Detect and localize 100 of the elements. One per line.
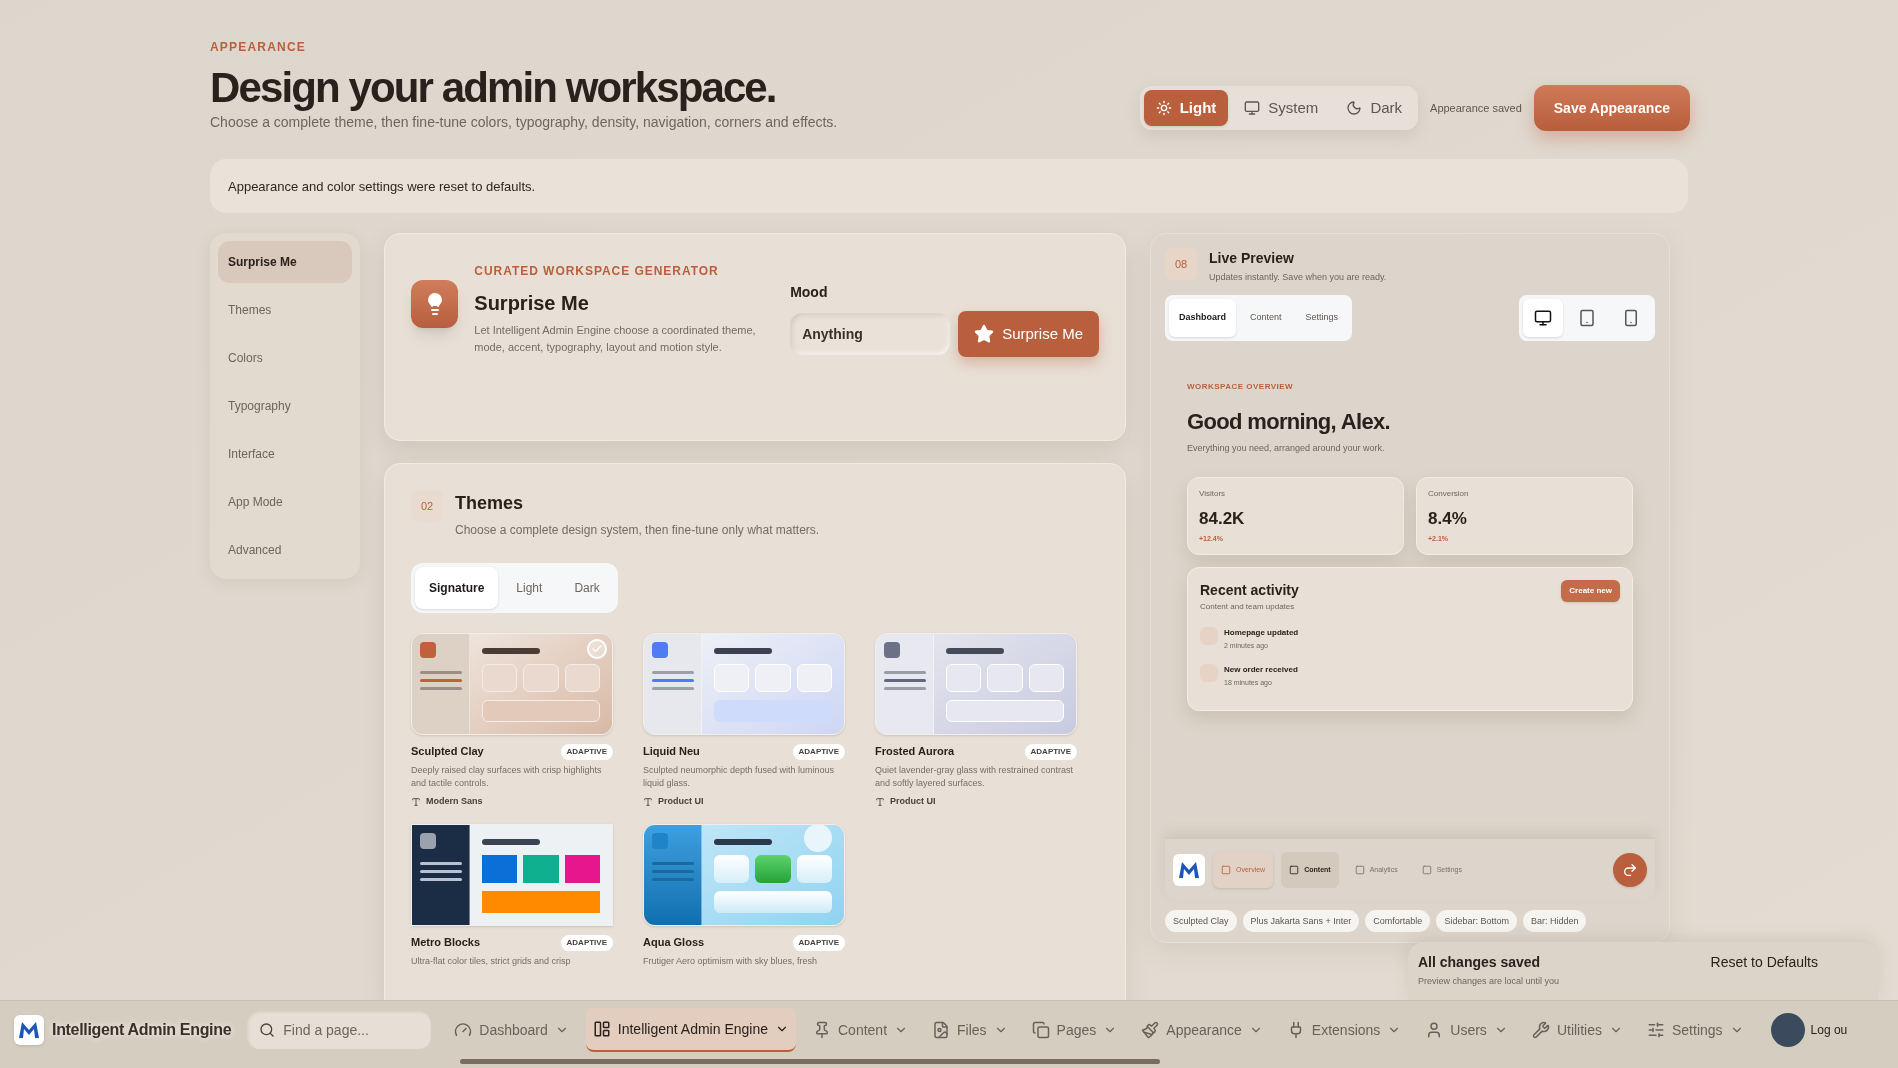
card-description: Let Intelligent Admin Engine choose a coordinated theme, mode, accent, typography, layout and motion style. [474, 323, 757, 356]
theme-name: Liquid Neu [643, 744, 700, 760]
theme-name: Frosted Aurora [875, 744, 955, 760]
preview-greeting: Good morning, Alex. [1187, 407, 1391, 436]
nav-item[interactable]: Users [1418, 1008, 1515, 1052]
file-icon [932, 1021, 951, 1039]
mode-tab[interactable]: System [1232, 90, 1331, 127]
page-subtitle: Choose a complete theme, then fine-tune colors, typography, density, navigation, corners and effects. [210, 113, 838, 133]
setting-chip: Bar: Hidden [1522, 910, 1587, 933]
logout-link[interactable]: Log ou [1810, 1021, 1848, 1039]
sidebar-item[interactable]: Interface [218, 433, 352, 476]
monitor-icon [1244, 100, 1261, 117]
nav-item[interactable]: Extensions [1279, 1008, 1409, 1052]
mood-field[interactable]: Anything [790, 313, 951, 356]
search-icon [259, 1022, 276, 1038]
sidebar-item[interactable]: Themes [218, 289, 352, 332]
moon-icon [1346, 100, 1363, 117]
sidebar-item[interactable]: Colors [218, 337, 352, 380]
activity-title: Recent activity [1200, 581, 1299, 601]
sun-icon [1155, 100, 1172, 117]
stat-label: Conversion [1428, 488, 1470, 501]
nav-item[interactable]: Utilities [1524, 1008, 1630, 1052]
pages-icon [1031, 1021, 1050, 1039]
layout-icon [592, 1020, 611, 1038]
adaptive-badge: ADAPTIVE [792, 934, 845, 951]
font-icon [875, 796, 885, 807]
phone-icon [1622, 308, 1640, 327]
mode-tab[interactable]: Dark [1334, 90, 1415, 127]
settings-icon [1647, 1021, 1665, 1039]
square-icon [1289, 864, 1300, 875]
lightbulb-badge-icon [411, 280, 459, 329]
desktop-icon [1534, 308, 1552, 327]
theme-filter-tab[interactable]: Dark [560, 567, 614, 610]
save-button[interactable]: Save Appearance [1533, 85, 1690, 132]
card-eyebrow: CURATED WORKSPACE GENERATOR [474, 263, 720, 281]
section-number: 02 [411, 490, 443, 523]
theme-font: Modern Sans [426, 794, 483, 808]
tablet-icon [1578, 308, 1596, 327]
create-new-button[interactable]: Create new [1561, 580, 1620, 603]
logo-icon [1173, 853, 1205, 886]
page-title: Design your admin workspace. [210, 64, 777, 113]
setting-chip: Plus Jakarta Sans + Inter [1242, 910, 1360, 933]
section-number: 08 [1165, 248, 1197, 281]
theme-font: Product UI [890, 794, 936, 808]
pin-icon [813, 1021, 831, 1039]
sidebar-item[interactable]: Typography [218, 385, 352, 428]
nav-item[interactable]: Settings [1640, 1008, 1751, 1052]
nav-item[interactable]: Pages [1024, 1008, 1125, 1052]
theme-name: Aqua Gloss [643, 935, 705, 951]
card-title: Surprise Me [474, 291, 590, 317]
stat-value: 84.2K [1199, 508, 1246, 531]
preview-subtitle: Updates instantly. Save when you are ready. [1209, 271, 1387, 285]
preview-eyebrow: WORKSPACE OVERVIEW [1187, 380, 1295, 393]
theme-description: Sculpted neumorphic depth fused with luminous liquid glass. [643, 763, 836, 790]
font-icon [411, 796, 421, 807]
preview-tagline: Everything you need, arranged around your work. [1187, 441, 1386, 455]
avatar[interactable] [1770, 1013, 1805, 1047]
nav-item[interactable]: Intelligent Admin Engine [585, 1008, 796, 1052]
theme-filter-tab[interactable]: Light [502, 567, 557, 610]
gauge-icon [454, 1021, 473, 1039]
theme-description: Quiet lavender-gray glass with restrained contrast and softly layered surfaces. [875, 763, 1075, 790]
theme-description: Frutiger Aero optimism with sky blues, fresh [643, 954, 819, 968]
activity-item-title: New order received [1224, 663, 1298, 676]
surprise-button[interactable]: Surprise Me [958, 311, 1099, 358]
reset-link[interactable]: Reset to Defaults [1710, 952, 1818, 972]
save-status: Appearance saved [1430, 101, 1522, 117]
sidebar-item[interactable]: Advanced [218, 529, 352, 572]
nav-item[interactable]: Dashboard [447, 1008, 576, 1052]
search-field[interactable]: Find a page... [247, 1011, 432, 1049]
preview-tab[interactable]: Dashboard [1169, 298, 1236, 337]
nav-item[interactable]: Content [806, 1008, 916, 1052]
sidebar-item[interactable]: Surprise Me [218, 241, 352, 284]
sidebar-item[interactable]: App Mode [218, 481, 352, 524]
adaptive-badge: ADAPTIVE [792, 743, 845, 760]
notice-banner: Appearance and color settings were reset to defaults. [210, 159, 1688, 214]
adaptive-badge: ADAPTIVE [560, 934, 613, 951]
square-icon [1354, 864, 1365, 875]
section-title: Themes [455, 492, 525, 516]
logo-icon [14, 1015, 44, 1045]
adaptive-badge: ADAPTIVE [560, 743, 613, 760]
nav-item[interactable]: Appearance [1134, 1008, 1270, 1052]
brand-name: Intelligent Admin Engine [52, 1020, 232, 1040]
theme-description: Deeply raised clay surfaces with crisp highlights and tactile controls. [411, 763, 603, 790]
section-subtitle: Choose a complete design system, then fine-tune only what matters. [455, 522, 820, 540]
preview-title: Live Preview [1209, 249, 1295, 269]
activity-subtitle: Content and team updates [1200, 601, 1296, 614]
device-toggle[interactable] [1523, 298, 1563, 337]
preview-tab[interactable]: Content [1240, 298, 1292, 337]
mode-tab[interactable]: Light [1143, 90, 1229, 127]
stat-value: 8.4% [1428, 508, 1468, 531]
save-panel-note: Preview changes are local until you [1418, 975, 1560, 988]
theme-font: Product UI [658, 794, 704, 808]
preview-tab[interactable]: Settings [1295, 298, 1349, 337]
theme-name: Sculpted Clay [411, 744, 484, 760]
theme-filter-tab[interactable]: Signature [415, 567, 499, 610]
share-button[interactable] [1613, 852, 1647, 887]
square-icon [1221, 864, 1231, 875]
theme-description: Ultra-flat color tiles, strict grids and crisp [411, 954, 572, 968]
setting-chip: Sidebar: Bottom [1436, 910, 1517, 933]
nav-item[interactable]: Files [925, 1008, 1015, 1052]
